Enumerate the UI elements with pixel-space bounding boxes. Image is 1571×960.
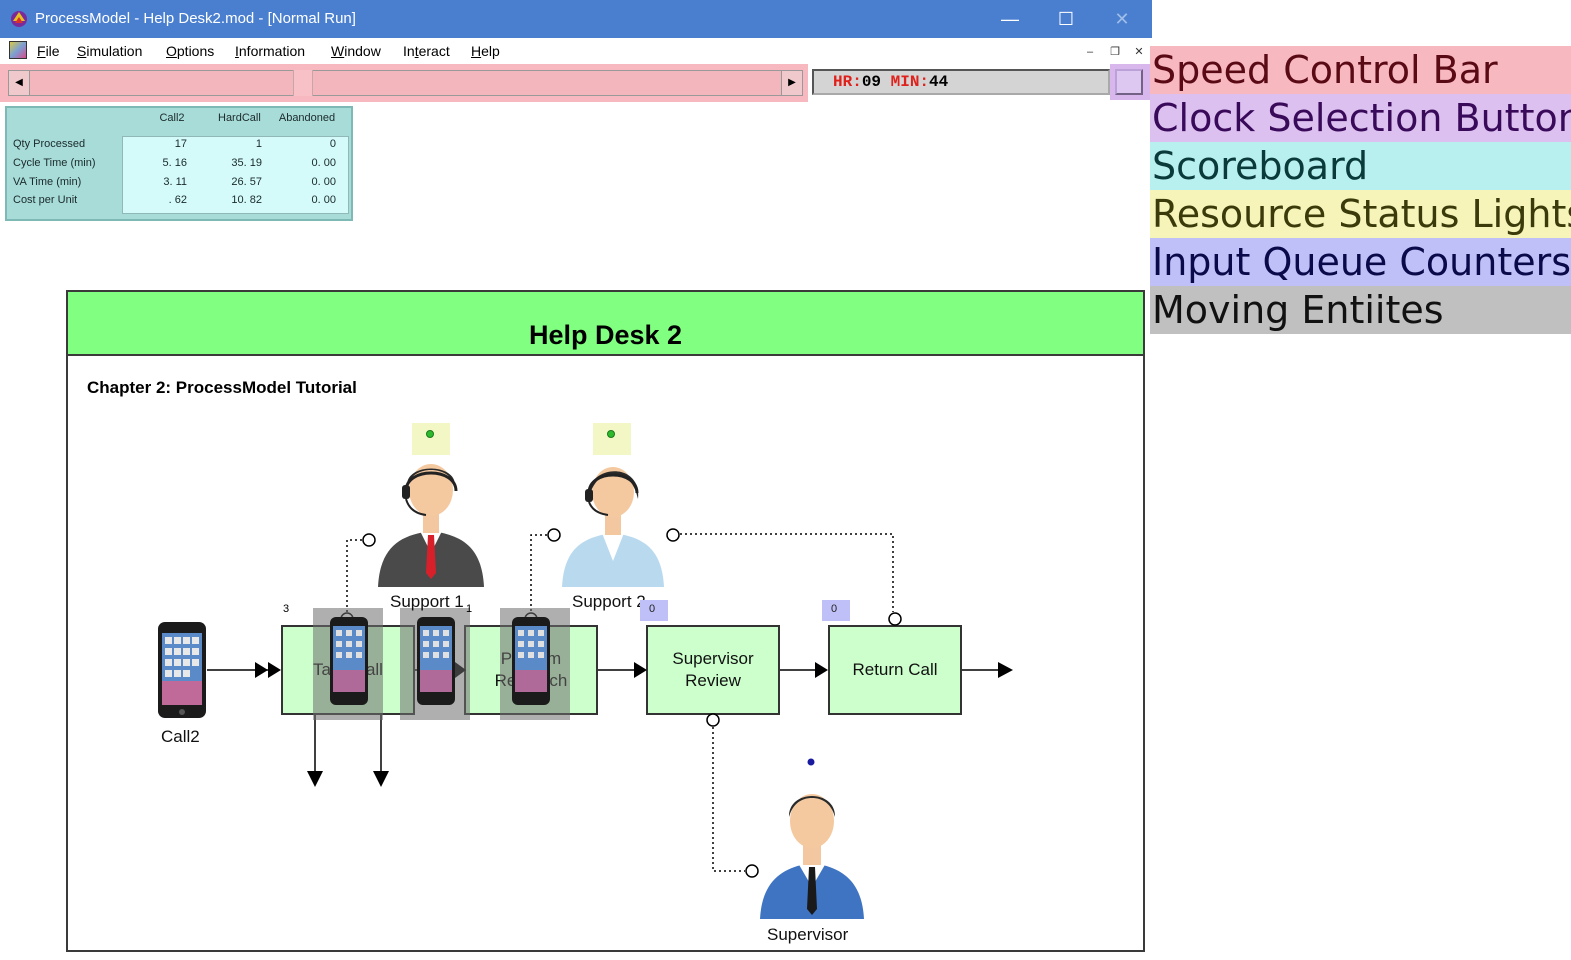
call2-label: Call2 — [161, 727, 200, 746]
moving-phone-icon — [417, 617, 455, 705]
input-queue-counter-return-call: 0 — [822, 600, 850, 621]
input-queue-counter-supervisor-review: 0 — [640, 600, 668, 621]
support-1-status-light — [412, 423, 450, 455]
support-2-status-light — [593, 423, 631, 455]
status-dot-icon — [607, 430, 615, 438]
supervisor-label: Supervisor — [767, 925, 849, 944]
status-dot-icon — [426, 430, 434, 438]
perform-research-entity-count: 1 — [466, 603, 473, 615]
support-1-resource-icon[interactable] — [376, 455, 486, 587]
moving-phone-icon — [512, 617, 550, 705]
take-call-entity-count: 3 — [283, 603, 290, 615]
moving-phone-icon — [330, 617, 368, 705]
call2-entity-icon[interactable] — [157, 621, 207, 719]
support-2-label: Support 2 — [572, 592, 646, 611]
support-1-label: Support 1 — [390, 592, 464, 611]
supervisor-resource-icon[interactable] — [758, 783, 866, 921]
support-2-resource-icon[interactable] — [558, 455, 668, 587]
